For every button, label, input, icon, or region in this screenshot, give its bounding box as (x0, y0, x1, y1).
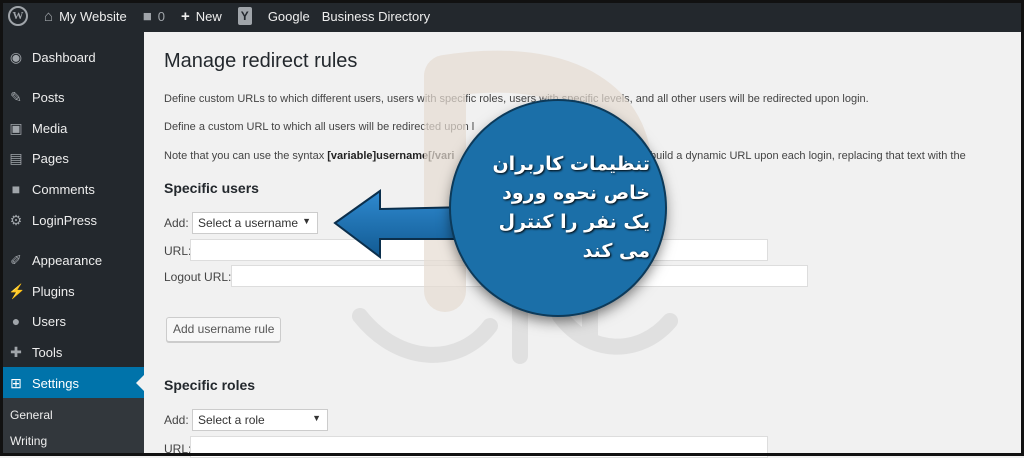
sidebar-item-settings[interactable]: ⊞ Settings (0, 367, 144, 399)
sidebar-item-label: Pages (32, 150, 69, 166)
gear-icon: ⚙ (9, 211, 23, 228)
submenu-item-general[interactable]: General (10, 408, 53, 422)
comment-icon: ■ (11, 181, 21, 197)
wp-logo-button[interactable]: W (0, 0, 36, 32)
sidebar-item-label: Posts (32, 89, 65, 105)
role-select[interactable]: Select a role ▼ (192, 409, 328, 431)
pointer-arrow-icon (333, 189, 470, 260)
add-role-label: Add: (164, 413, 189, 427)
sidebar-item-pages[interactable]: ▤ Pages (0, 142, 144, 174)
wordpress-icon: W (8, 6, 28, 26)
settings-icon: ⊞ (10, 374, 22, 391)
syntax-example: [variable]username[/vari (327, 150, 455, 162)
sidebar-item-label: LoginPress (32, 212, 98, 228)
admin-sidebar: ◉ Dashboard ✎ Posts ▣ Media ▤ Pages ■ Co… (0, 32, 144, 456)
google-label: Google (267, 8, 310, 24)
business-directory-link[interactable]: Business Directory (318, 0, 438, 32)
comment-bubble-icon: ■ (142, 7, 152, 25)
brush-icon: ✐ (10, 251, 22, 268)
add-username-rule-button[interactable]: Add username rule (166, 317, 282, 342)
google-link[interactable]: Google (260, 0, 318, 32)
comments-count: 0 (157, 8, 166, 24)
role-select-value: Select a role (198, 413, 265, 427)
settings-submenu: General Writing (0, 398, 144, 456)
page-title: Manage redirect rules (164, 50, 358, 72)
logout-url-label: Logout URL: (164, 270, 232, 284)
sidebar-item-posts[interactable]: ✎ Posts (0, 81, 144, 113)
sidebar-item-dashboard[interactable]: ◉ Dashboard (0, 41, 144, 73)
site-name: My Website (59, 8, 127, 24)
admin-bar: W ⌂ My Website ■ 0 + New Y Google Busine… (0, 0, 1024, 32)
wrench-icon: ✚ (10, 343, 22, 360)
media-icon: ▣ (9, 119, 23, 136)
submenu-item-writing[interactable]: Writing (10, 434, 47, 448)
description-2: Define a custom URL to which all users w… (164, 121, 475, 133)
description-1: Define custom URLs to which different us… (164, 93, 869, 105)
sidebar-item-users[interactable]: ● Users (0, 305, 144, 337)
sidebar-item-label: Comments (32, 181, 95, 197)
yoast-icon: Y (237, 7, 252, 25)
comments-link[interactable]: ■ 0 (135, 0, 173, 32)
sidebar-item-media[interactable]: ▣ Media (0, 112, 144, 144)
sidebar-item-label: Users (32, 313, 66, 329)
sidebar-item-label: Media (32, 120, 68, 136)
sidebar-item-label: Dashboard (32, 49, 96, 65)
specific-users-heading: Specific users (164, 180, 259, 196)
user-icon: ● (11, 313, 21, 329)
pin-icon: ✎ (10, 88, 22, 105)
plus-icon: + (181, 7, 190, 25)
sidebar-item-plugins[interactable]: ⚡ Plugins (0, 275, 144, 307)
yoast-menu[interactable]: Y (230, 0, 260, 32)
specific-roles-heading: Specific roles (164, 377, 256, 393)
pages-icon: ▤ (9, 149, 23, 166)
plugin-icon: ⚡ (8, 282, 26, 299)
sidebar-item-label: Tools (32, 344, 63, 360)
new-label: New (195, 8, 222, 24)
username-select[interactable]: Select a username ▼ (192, 212, 318, 234)
dashboard-icon: ◉ (9, 48, 23, 65)
dropdown-arrow-icon: ▼ (312, 413, 321, 423)
business-directory-label: Business Directory (321, 8, 431, 24)
role-url-label: URL: (164, 442, 192, 456)
site-name-link[interactable]: ⌂ My Website (36, 0, 135, 32)
sidebar-item-appearance[interactable]: ✐ Appearance (0, 244, 144, 276)
sidebar-item-label: Appearance (32, 252, 103, 268)
sidebar-item-label: Plugins (32, 283, 75, 299)
add-user-label: Add: (164, 216, 189, 230)
sidebar-item-comments[interactable]: ■ Comments (0, 173, 144, 205)
new-content-link[interactable]: + New (173, 0, 230, 32)
home-icon: ⌂ (44, 7, 54, 25)
dropdown-arrow-icon: ▼ (302, 216, 311, 226)
description-3-pre: Note that you can use the syntax (164, 150, 328, 162)
role-url-input[interactable] (190, 436, 768, 458)
username-select-value: Select a username (198, 216, 299, 230)
user-url-label: URL: (164, 244, 192, 258)
description-3-post: m will build a dynamic URL upon each log… (619, 150, 966, 162)
callout-text: تنظیمات کاربران خاص نحوه ورود یک نفر را … (492, 153, 650, 262)
sidebar-item-label: Settings (32, 375, 79, 391)
sidebar-item-loginpress[interactable]: ⚙ LoginPress (0, 204, 144, 236)
sidebar-item-tools[interactable]: ✚ Tools (0, 336, 144, 368)
